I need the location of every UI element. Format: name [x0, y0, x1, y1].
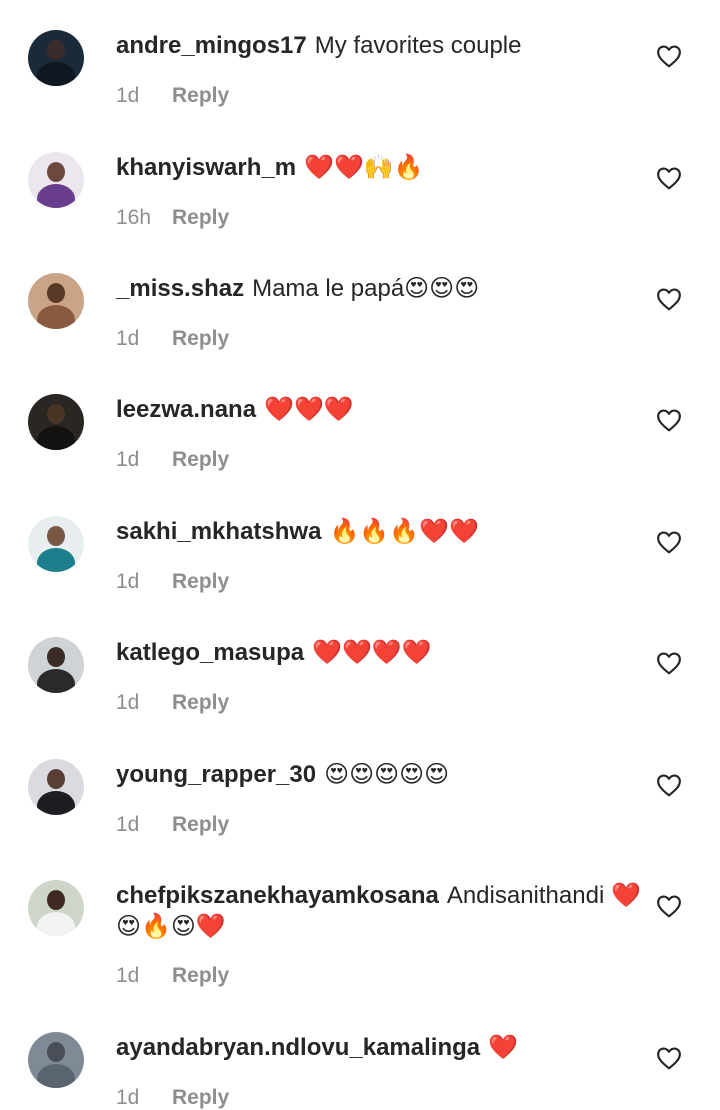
like-heart-icon[interactable]: [656, 44, 682, 68]
avatar-figure-body: [37, 305, 75, 329]
comment-meta: 1d Reply: [116, 1086, 229, 1110]
comment-meta: 1d Reply: [116, 964, 229, 988]
comment-line: sakhi_mkhatshwa 🔥🔥🔥❤️❤️: [116, 516, 656, 547]
avatar-figure-head: [47, 647, 65, 667]
like-heart-icon[interactable]: [656, 408, 682, 432]
comment-timestamp: 16h: [116, 206, 152, 229]
user-avatar[interactable]: [28, 1032, 84, 1088]
heart-outline-icon: [657, 531, 681, 554]
comment-line: andre_mingos17 My favorites couple: [116, 30, 656, 61]
comment-line: _miss.shaz Mama le papá😍😍😍: [116, 273, 656, 304]
comment-username[interactable]: _miss.shaz: [116, 275, 244, 302]
user-avatar[interactable]: [28, 880, 84, 936]
comment-username[interactable]: katlego_masupa: [116, 639, 304, 666]
comment-line: katlego_masupa ❤️❤️❤️❤️: [116, 637, 656, 668]
avatar-figure-head: [47, 1042, 65, 1062]
reply-button[interactable]: Reply: [172, 813, 229, 836]
comment-text: ❤️❤️❤️❤️: [312, 639, 432, 666]
comment-text: 😍😍😍😍😍: [324, 761, 450, 788]
reply-button[interactable]: Reply: [172, 691, 229, 714]
comment-username[interactable]: leezwa.nana: [116, 396, 256, 423]
comment-text: Mama le papá😍😍😍: [252, 275, 480, 302]
comment-username[interactable]: ayandabryan.ndlovu_kamalinga: [116, 1034, 480, 1061]
avatar-figure-head: [47, 769, 65, 789]
like-heart-icon[interactable]: [656, 287, 682, 311]
like-heart-icon[interactable]: [656, 1046, 682, 1070]
comment-timestamp: 1d: [116, 691, 140, 714]
comment-meta: 1d Reply: [116, 813, 229, 837]
comment-meta: 1d Reply: [116, 448, 229, 472]
comment-timestamp: 1d: [116, 448, 140, 471]
reply-button[interactable]: Reply: [172, 1086, 229, 1109]
like-heart-icon[interactable]: [656, 166, 682, 190]
comment-text: ❤️❤️❤️: [264, 396, 354, 423]
heart-outline-icon: [657, 895, 681, 918]
heart-outline-icon: [657, 45, 681, 68]
reply-button[interactable]: Reply: [172, 448, 229, 471]
user-avatar[interactable]: [28, 152, 84, 208]
comment-timestamp: 1d: [116, 813, 140, 836]
user-avatar[interactable]: [28, 30, 84, 86]
comment-line: khanyiswarh_m ❤️❤️🙌🔥: [116, 152, 656, 183]
comment-line: young_rapper_30 😍😍😍😍😍: [116, 759, 656, 790]
heart-outline-icon: [657, 167, 681, 190]
user-avatar[interactable]: [28, 516, 84, 572]
heart-outline-icon: [657, 288, 681, 311]
avatar-figure-head: [47, 890, 65, 910]
avatar-figure-head: [47, 283, 65, 303]
reply-button[interactable]: Reply: [172, 570, 229, 593]
comment-meta: 1d Reply: [116, 691, 229, 715]
like-heart-icon[interactable]: [656, 894, 682, 918]
heart-outline-icon: [657, 774, 681, 797]
reply-button[interactable]: Reply: [172, 964, 229, 987]
avatar-figure-body: [37, 184, 75, 208]
avatar-figure-body: [37, 426, 75, 450]
comment-line: leezwa.nana ❤️❤️❤️: [116, 394, 656, 425]
comment-line: ayandabryan.ndlovu_kamalinga ❤️: [116, 1032, 656, 1063]
avatar-figure-head: [47, 162, 65, 182]
avatar-figure-body: [37, 912, 75, 936]
comment-username[interactable]: young_rapper_30: [116, 761, 316, 788]
comment-line: chefpikszanekhayamkosana Andisanithandi ❤…: [116, 880, 656, 942]
comment-meta: 1d Reply: [116, 84, 229, 108]
user-avatar[interactable]: [28, 273, 84, 329]
avatar-figure-body: [37, 62, 75, 86]
heart-outline-icon: [657, 409, 681, 432]
avatar-figure-head: [47, 404, 65, 424]
reply-button[interactable]: Reply: [172, 206, 229, 229]
comment-timestamp: 1d: [116, 327, 140, 350]
comment-text: 🔥🔥🔥❤️❤️: [329, 518, 479, 545]
reply-button[interactable]: Reply: [172, 327, 229, 350]
like-heart-icon[interactable]: [656, 530, 682, 554]
reply-button[interactable]: Reply: [172, 84, 229, 107]
comment-username[interactable]: khanyiswarh_m: [116, 154, 296, 181]
avatar-figure-body: [37, 791, 75, 815]
avatar-figure-body: [37, 548, 75, 572]
avatar-figure-head: [47, 40, 65, 60]
comment-timestamp: 1d: [116, 570, 140, 593]
like-heart-icon[interactable]: [656, 773, 682, 797]
comment-username[interactable]: chefpikszanekhayamkosana: [116, 882, 439, 909]
heart-outline-icon: [657, 652, 681, 675]
user-avatar[interactable]: [28, 394, 84, 450]
comment-timestamp: 1d: [116, 84, 140, 107]
comment-meta: 1d Reply: [116, 570, 229, 594]
avatar-figure-head: [47, 526, 65, 546]
heart-outline-icon: [657, 1047, 681, 1070]
comment-text: ❤️: [488, 1034, 519, 1061]
like-heart-icon[interactable]: [656, 651, 682, 675]
comment-meta: 1d Reply: [116, 327, 229, 351]
comment-text: ❤️❤️🙌🔥: [304, 154, 424, 181]
comment-timestamp: 1d: [116, 964, 140, 987]
user-avatar[interactable]: [28, 637, 84, 693]
comment-username[interactable]: andre_mingos17: [116, 32, 307, 59]
comment-text: My favorites couple: [314, 32, 522, 59]
avatar-figure-body: [37, 669, 75, 693]
comment-timestamp: 1d: [116, 1086, 140, 1109]
comment-meta: 16h Reply: [116, 206, 229, 230]
comment-username[interactable]: sakhi_mkhatshwa: [116, 518, 321, 545]
avatar-figure-body: [37, 1064, 75, 1088]
user-avatar[interactable]: [28, 759, 84, 815]
